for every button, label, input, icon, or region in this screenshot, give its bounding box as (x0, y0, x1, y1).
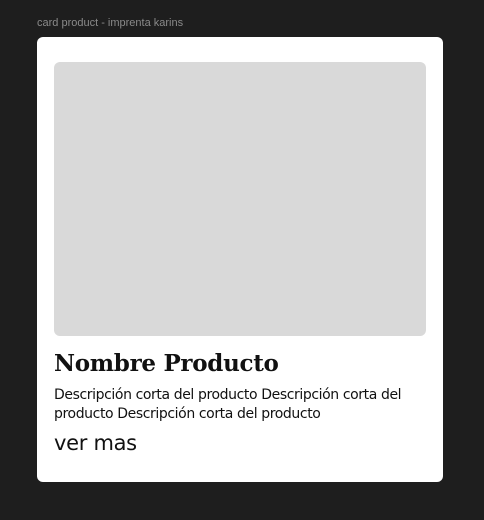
product-card: Nombre Producto Descripción corta del pr… (37, 37, 443, 482)
product-image-placeholder (54, 62, 426, 336)
see-more-link[interactable]: ver mas (54, 429, 137, 457)
product-description: Descripción corta del producto Descripci… (54, 387, 402, 422)
product-title: Nombre Producto (54, 350, 279, 377)
frame-label[interactable]: card product - imprenta karins (37, 16, 183, 30)
